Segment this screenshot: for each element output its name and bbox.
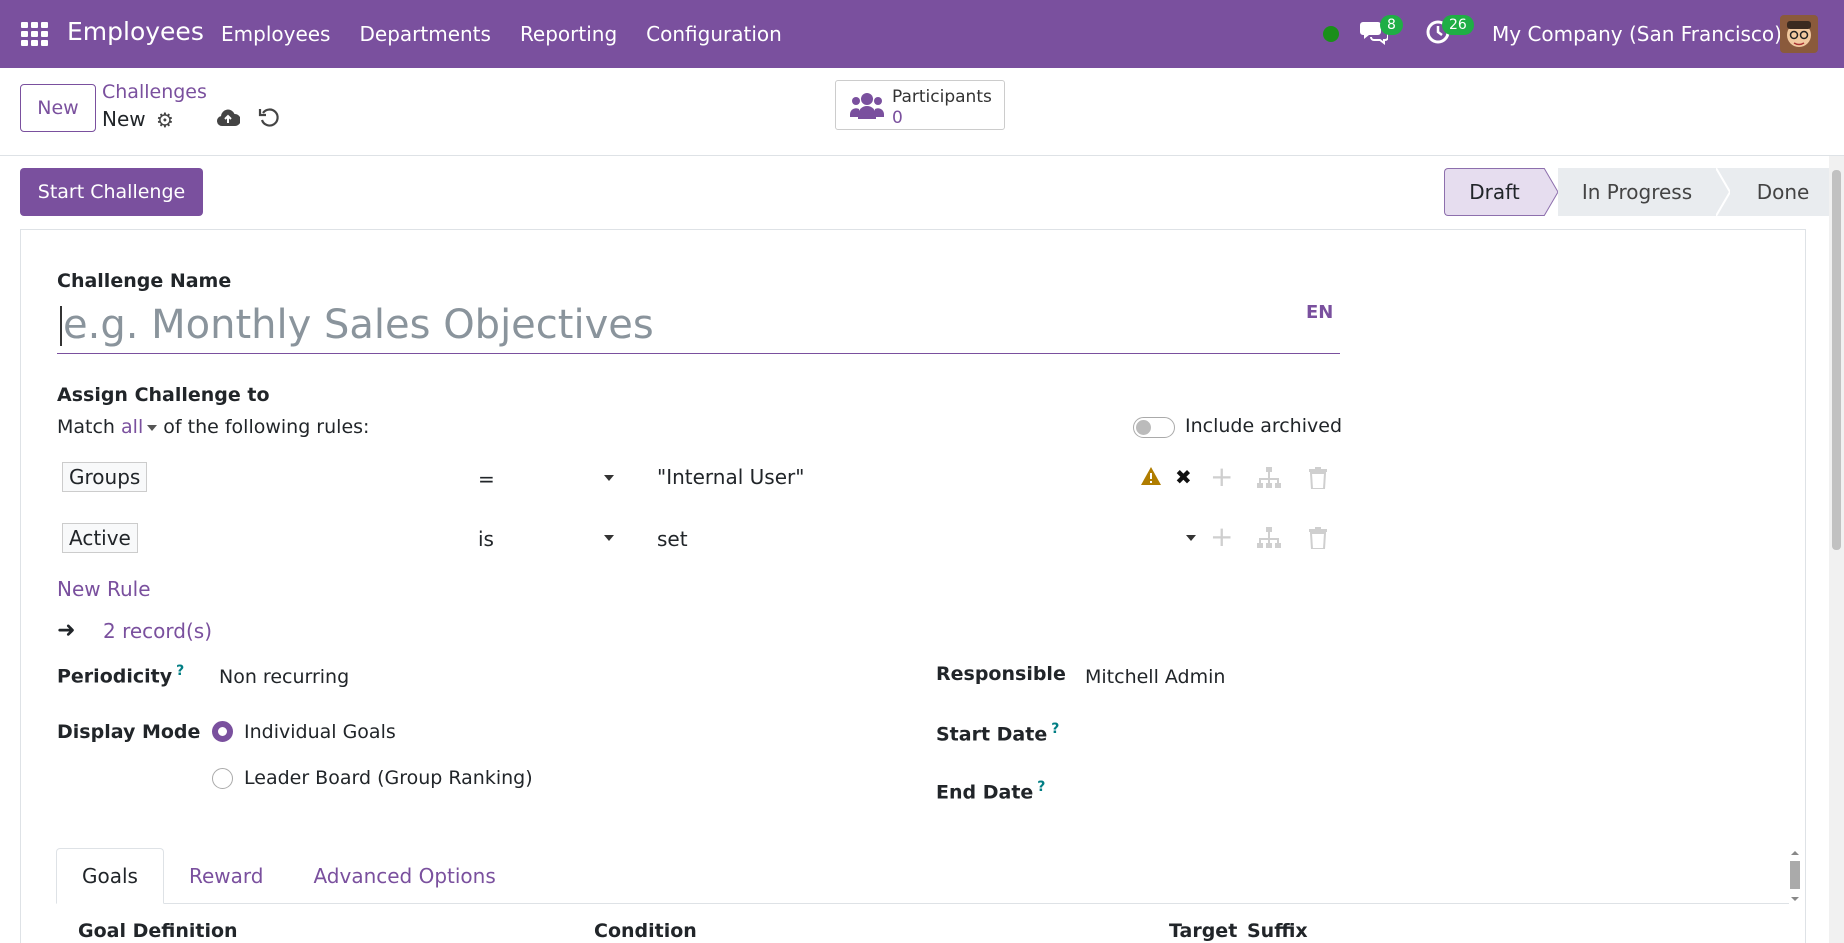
challenge-name-label: Challenge Name xyxy=(57,270,232,292)
app-title[interactable]: Employees xyxy=(67,17,204,46)
cloud-upload-save-icon[interactable] xyxy=(216,108,241,132)
display-mode-label: Display Mode xyxy=(57,721,201,743)
end-date-label-text: End Date xyxy=(936,781,1034,804)
arrow-right-icon: ➜ xyxy=(57,618,76,643)
stage-statusbar: Draft In Progress Done xyxy=(1444,168,1836,216)
menu-employees[interactable]: Employees xyxy=(221,22,330,46)
language-toggle-button[interactable]: EN xyxy=(1306,302,1333,323)
match-suffix: of the following rules: xyxy=(163,416,370,438)
matched-records-link[interactable]: 2 record(s) xyxy=(103,619,212,643)
challenge-name-input[interactable]: e.g. Monthly Sales Objectives xyxy=(57,296,1340,354)
top-navbar: Employees Employees Departments Reportin… xyxy=(0,0,1844,68)
add-branch-icon[interactable] xyxy=(1257,527,1281,553)
participants-count: 0 xyxy=(892,108,903,128)
menu-departments[interactable]: Departments xyxy=(359,22,490,46)
breadcrumb-challenges[interactable]: Challenges xyxy=(102,81,207,103)
inner-scrollbar[interactable] xyxy=(1788,849,1802,903)
text-cursor xyxy=(60,306,62,346)
app-menu-grid-icon[interactable] xyxy=(21,22,48,46)
responsible-field[interactable]: Mitchell Admin xyxy=(1085,666,1225,688)
match-all-dropdown[interactable]: all xyxy=(121,416,158,438)
main-menu: Employees Departments Reporting Configur… xyxy=(221,22,811,46)
start-challenge-button[interactable]: Start Challenge xyxy=(20,168,203,216)
clear-value-icon[interactable]: ✖ xyxy=(1175,465,1192,489)
menu-reporting[interactable]: Reporting xyxy=(520,22,617,46)
participants-label: Participants xyxy=(892,87,992,107)
column-header-target: Target xyxy=(1169,920,1238,942)
challenge-name-placeholder: e.g. Monthly Sales Objectives xyxy=(63,302,654,348)
gear-icon[interactable]: ⚙ xyxy=(156,108,174,132)
individual-goals-label[interactable]: Individual Goals xyxy=(244,721,396,743)
company-switcher[interactable]: My Company (San Francisco) xyxy=(1492,22,1782,46)
help-tooltip-icon[interactable]: ? xyxy=(1037,779,1045,795)
stage-done[interactable]: Done xyxy=(1730,168,1836,216)
add-branch-icon[interactable] xyxy=(1257,467,1281,493)
add-rule-plus-icon[interactable]: + xyxy=(1210,460,1233,493)
stage-arrow-divider xyxy=(1544,168,1558,216)
start-date-label: Start Date? xyxy=(936,721,1059,745)
column-header-condition: Condition xyxy=(594,920,697,942)
warning-icon xyxy=(1140,466,1162,490)
column-header-suffix: Suffix xyxy=(1247,920,1308,942)
stage-draft[interactable]: Draft xyxy=(1444,168,1544,216)
chevron-down-icon[interactable] xyxy=(604,475,614,481)
rule-field-groups[interactable]: Groups xyxy=(62,462,148,492)
new-rule-link[interactable]: New Rule xyxy=(57,577,151,601)
leader-board-label[interactable]: Leader Board (Group Ranking) xyxy=(244,767,533,789)
users-group-icon xyxy=(850,91,884,125)
tab-goals[interactable]: Goals xyxy=(56,848,164,904)
help-tooltip-icon[interactable]: ? xyxy=(1051,721,1059,737)
periodicity-label-text: Periodicity xyxy=(57,665,173,688)
rule-value[interactable]: "Internal User" xyxy=(657,465,804,489)
chevron-down-icon[interactable] xyxy=(604,535,614,541)
stage-in-progress[interactable]: In Progress xyxy=(1558,168,1716,216)
domain-match-sentence: Match all of the following rules: xyxy=(57,416,369,438)
radio-individual-goals[interactable] xyxy=(212,721,233,742)
tab-reward[interactable]: Reward xyxy=(164,848,288,904)
scrollbar-thumb[interactable] xyxy=(1832,170,1841,550)
assign-challenge-label: Assign Challenge to xyxy=(57,384,270,406)
new-record-button[interactable]: New xyxy=(20,84,96,132)
chevron-down-icon xyxy=(147,424,158,431)
periodicity-label: Periodicity? xyxy=(57,663,184,687)
control-panel: New Challenges New ⚙ Participants 0 xyxy=(0,68,1844,156)
rule-operator[interactable]: = xyxy=(478,467,495,491)
radio-leader-board[interactable] xyxy=(212,768,233,789)
chevron-down-icon[interactable] xyxy=(1186,535,1196,541)
delete-rule-trash-icon[interactable] xyxy=(1309,527,1327,553)
chat-count-badge: 8 xyxy=(1380,15,1403,35)
responsible-label: Responsible xyxy=(936,663,1066,685)
menu-configuration[interactable]: Configuration xyxy=(646,22,782,46)
rule-field-active[interactable]: Active xyxy=(62,523,138,553)
add-rule-plus-icon[interactable]: + xyxy=(1210,520,1233,553)
match-value: all xyxy=(121,416,144,438)
stage-arrow-divider xyxy=(1716,168,1730,216)
tab-advanced-options[interactable]: Advanced Options xyxy=(288,848,520,904)
discard-undo-icon[interactable] xyxy=(258,106,280,132)
end-date-label: End Date? xyxy=(936,779,1045,803)
participants-smart-button[interactable]: Participants 0 xyxy=(835,80,1005,130)
page-scrollbar[interactable] xyxy=(1829,156,1844,943)
user-avatar[interactable] xyxy=(1780,15,1818,53)
match-prefix: Match xyxy=(57,416,115,438)
breadcrumb-current: New xyxy=(102,107,146,131)
column-header-goal-definition: Goal Definition xyxy=(78,920,238,942)
include-archived-toggle[interactable] xyxy=(1133,417,1175,438)
delete-rule-trash-icon[interactable] xyxy=(1309,467,1327,493)
rule-operator[interactable]: is xyxy=(478,527,494,551)
activity-count-badge: 26 xyxy=(1442,15,1474,35)
periodicity-select[interactable]: Non recurring xyxy=(219,666,349,688)
include-archived-label: Include archived xyxy=(1185,415,1343,437)
presence-status-icon xyxy=(1323,26,1339,42)
rule-value[interactable]: set xyxy=(657,527,688,551)
notebook-tabs: Goals Reward Advanced Options xyxy=(56,848,521,904)
help-tooltip-icon[interactable]: ? xyxy=(176,663,184,679)
start-date-label-text: Start Date xyxy=(936,723,1048,746)
